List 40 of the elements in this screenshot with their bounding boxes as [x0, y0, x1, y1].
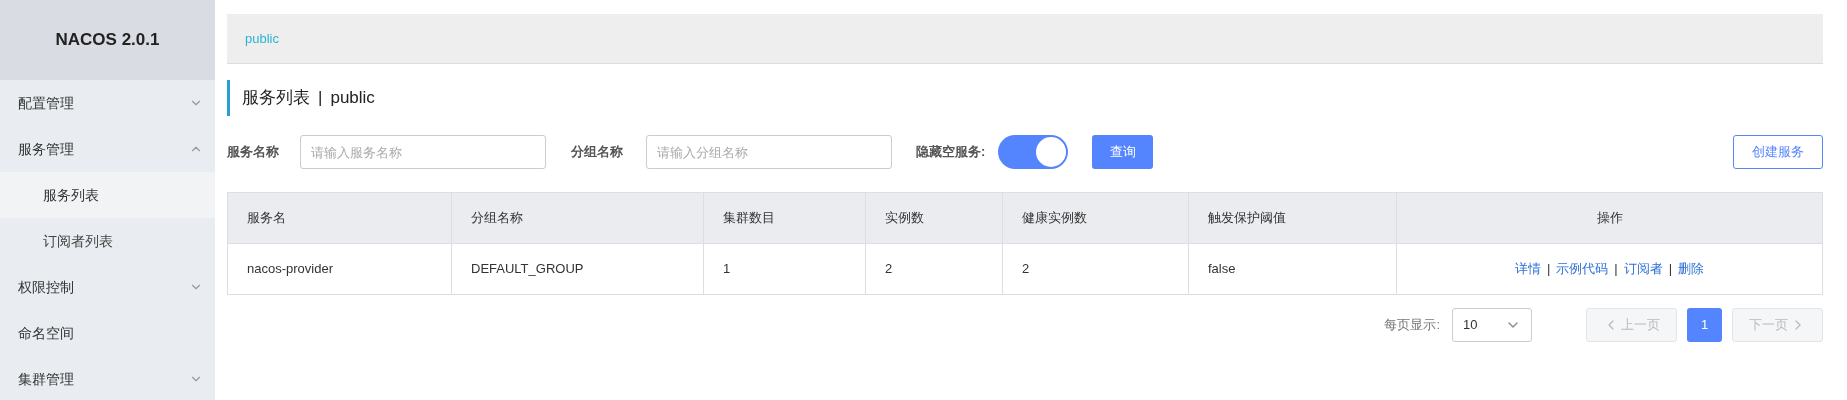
sidebar-item[interactable]: 集群管理: [0, 356, 215, 400]
field-label: 分组名称: [571, 143, 624, 162]
action-separator: |: [1668, 261, 1673, 277]
action-link[interactable]: 订阅者: [1623, 261, 1663, 277]
column-header: 触发保护阈值: [1188, 192, 1397, 244]
table-cell: false: [1188, 243, 1397, 295]
column-header: 实例数: [865, 192, 1003, 244]
page-size-select[interactable]: 10: [1452, 308, 1532, 342]
service-name-field[interactable]: 请输入服务名称: [300, 135, 546, 169]
table-cell: 1: [703, 243, 866, 295]
group-name-field[interactable]: 请输入分组名称: [646, 135, 892, 169]
app-title: NACOS 2.0.1: [55, 29, 160, 52]
column-header: 服务名: [227, 192, 452, 244]
field-label: 服务名称: [227, 143, 280, 162]
sidebar-item[interactable]: 命名空间: [0, 310, 215, 356]
sidebar-subitem[interactable]: 服务列表: [0, 172, 215, 218]
page-size-label: 每页显示:: [1384, 316, 1440, 335]
table-cell: DEFAULT_GROUP: [451, 243, 704, 295]
page-title: 服务列表 | public: [227, 80, 1823, 116]
column-header: 操作: [1396, 192, 1823, 244]
create-service-button[interactable]: 创建服务: [1733, 135, 1823, 169]
action-separator: |: [1546, 261, 1551, 277]
field-label: 隐藏空服务:: [916, 143, 987, 162]
action-link[interactable]: 详情: [1514, 261, 1541, 277]
page-button[interactable]: 1: [1687, 308, 1722, 342]
table-cell: 2: [865, 243, 1003, 295]
sidebar-item[interactable]: 配置管理: [0, 80, 215, 126]
action-link[interactable]: 示例代码: [1556, 261, 1609, 277]
sidebar-item[interactable]: 权限控制: [0, 264, 215, 310]
table-cell: nacos-provider: [227, 243, 452, 295]
query-button[interactable]: 查询: [1092, 135, 1153, 169]
table-cell: 2: [1002, 243, 1189, 295]
sidebar-subitem[interactable]: 订阅者列表: [0, 218, 215, 264]
column-header: 集群数目: [703, 192, 866, 244]
action-separator: |: [1614, 261, 1618, 277]
column-header: 健康实例数: [1002, 192, 1189, 244]
column-header: 分组名称: [451, 192, 704, 244]
sidebar-item[interactable]: 服务管理: [0, 126, 215, 172]
toggle-switch[interactable]: [998, 135, 1068, 169]
action-link[interactable]: 删除: [1678, 261, 1705, 277]
